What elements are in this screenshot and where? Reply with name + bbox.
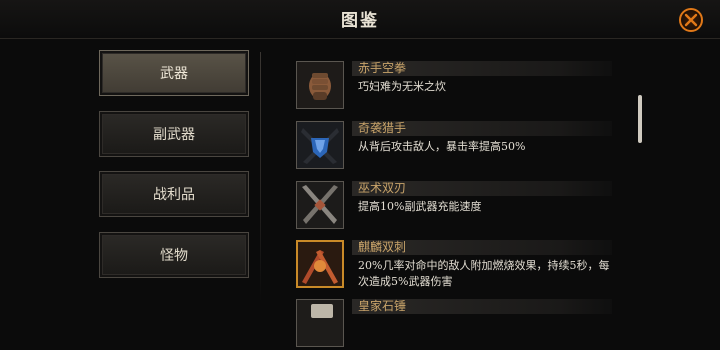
category-label: 副武器 [153, 127, 195, 143]
qilin-daggers-icon [296, 240, 344, 288]
twin-blades-icon [296, 181, 344, 229]
category-label: 战利品 [153, 187, 195, 203]
category-label: 武器 [160, 66, 188, 82]
category-weapons-button[interactable]: 武器 [99, 50, 249, 96]
item-name: 奇袭猎手 [358, 121, 407, 135]
list-scrollbar[interactable] [638, 95, 642, 143]
page-title: 图鉴 [341, 11, 379, 31]
item-name: 赤手空拳 [358, 61, 407, 75]
item-description: 从背后攻击敌人，暴击率提高50% [358, 140, 526, 153]
close-button[interactable] [679, 8, 703, 32]
gauntlet-icon [296, 121, 344, 169]
category-sub-weapons-button[interactable]: 副武器 [99, 111, 249, 157]
panel-divider [260, 52, 261, 302]
category-label: 怪物 [160, 248, 188, 264]
fist-icon [296, 61, 344, 109]
top-bar: 图鉴 [0, 0, 720, 39]
close-icon [684, 13, 698, 27]
item-description: 提高10%副武器充能速度 [358, 200, 482, 213]
category-loot-button[interactable]: 战利品 [99, 171, 249, 217]
item-name: 巫术双刃 [358, 181, 407, 195]
category-monsters-button[interactable]: 怪物 [99, 232, 249, 278]
item-description: 巧妇难为无米之炊 [358, 80, 446, 93]
item-name: 麒麟双刺 [358, 240, 407, 254]
item-name: 皇家石锤 [358, 299, 407, 313]
item-description: 20%几率对命中的敌人附加燃烧效果，持续5秒，每次造成5%武器伤害 [358, 259, 610, 288]
stone-hammer-icon [296, 299, 344, 347]
